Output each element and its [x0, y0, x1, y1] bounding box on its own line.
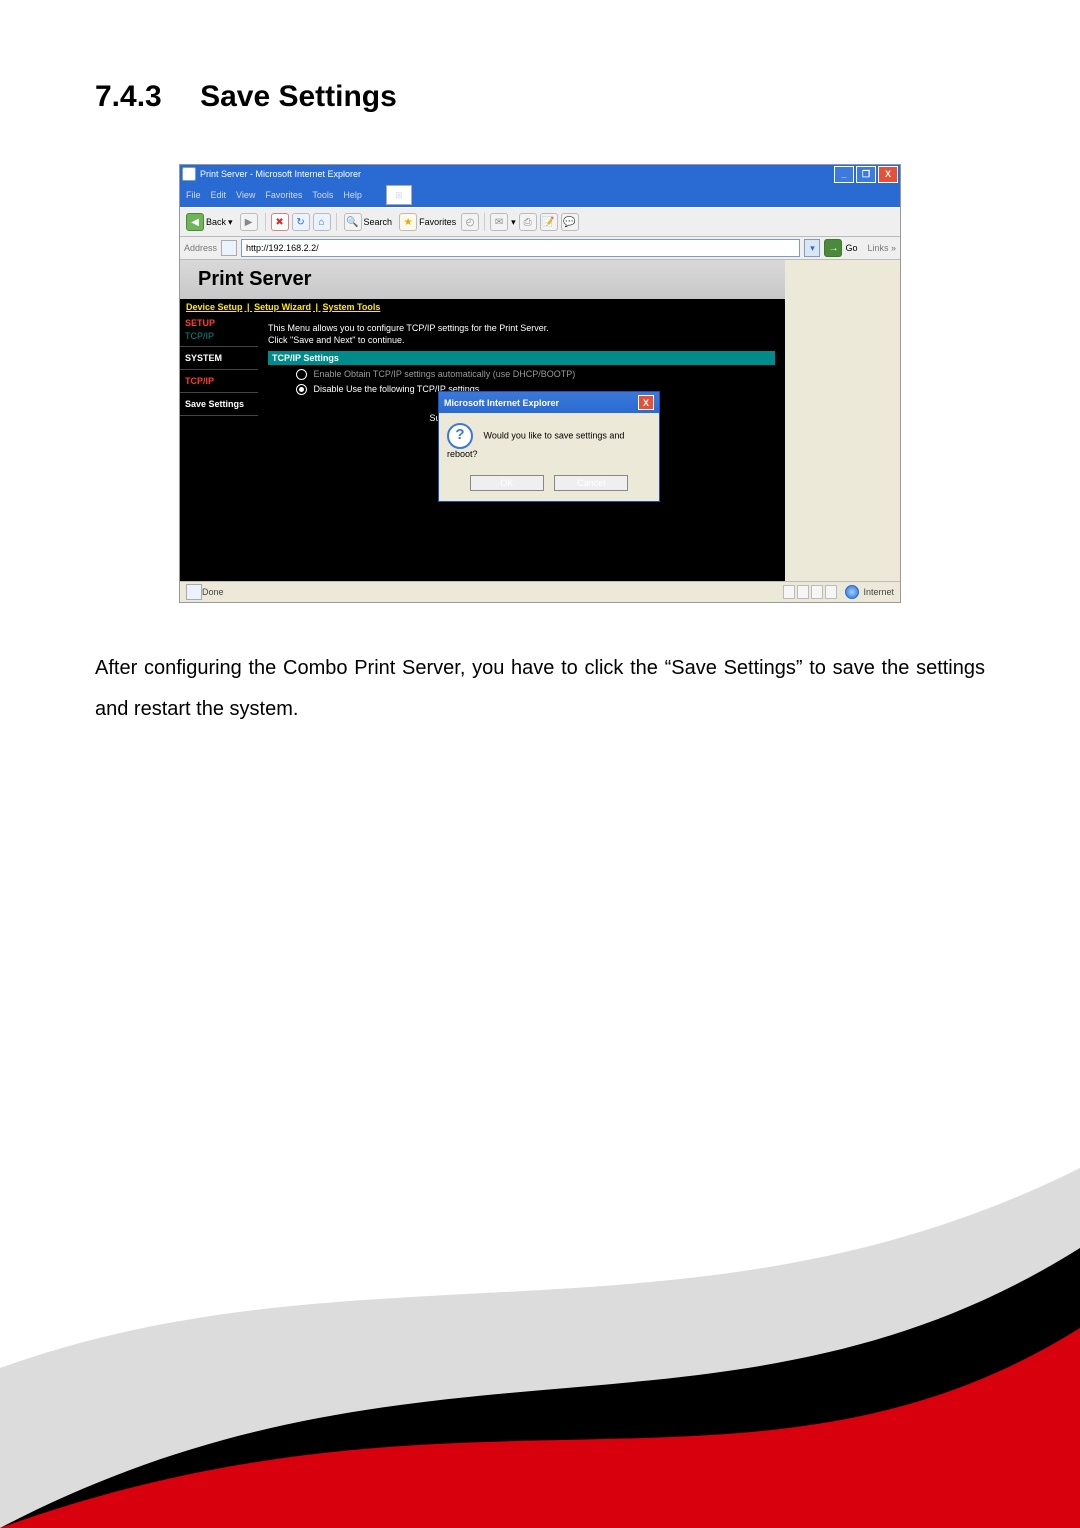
page-icon: [221, 240, 237, 256]
window-minimize-button[interactable]: _: [834, 166, 854, 183]
print-server-header: Print Server: [180, 260, 785, 299]
address-bar: Address http://192.168.2.2/ ▾ →Go Links …: [180, 237, 900, 260]
footer-decoration: [0, 1098, 1080, 1528]
menu-file[interactable]: File: [186, 190, 201, 200]
dialog-cancel-button[interactable]: Cancel: [554, 475, 628, 491]
refresh-icon[interactable]: ↻: [292, 213, 310, 231]
menu-edit[interactable]: Edit: [211, 190, 227, 200]
search-icon: 🔍: [344, 213, 362, 231]
links-label[interactable]: Links »: [867, 243, 896, 253]
sidebar-setup-sub: TCP/IP: [180, 331, 258, 347]
toolbar-back-button[interactable]: ◀ Back ▾: [184, 211, 235, 233]
nav-device-setup[interactable]: Device Setup: [186, 302, 243, 312]
nav-setup-wizard[interactable]: Setup Wizard: [254, 302, 311, 312]
sidebar-item-tcpip[interactable]: TCP/IP: [180, 370, 258, 393]
print-server-title: Print Server: [198, 268, 767, 291]
status-done: Done: [202, 587, 224, 597]
menu-tools[interactable]: Tools: [312, 190, 333, 200]
status-zone: Internet: [863, 587, 894, 597]
menu-favorites[interactable]: Favorites: [265, 190, 302, 200]
sidebar-item-save-settings[interactable]: Save Settings: [180, 393, 258, 416]
tcpip-settings-header: TCP/IP Settings: [268, 351, 775, 365]
radio-enable-icon: [296, 369, 307, 380]
option-enable-dhcp[interactable]: Enable Obtain TCP/IP settings automatica…: [296, 369, 775, 380]
go-icon: →: [824, 239, 842, 257]
dialog-message: Would you like to save settings and rebo…: [447, 430, 624, 459]
ie-icon: [182, 167, 196, 181]
screenshot-browser-window: Print Server - Microsoft Internet Explor…: [179, 164, 901, 603]
print-server-nav: Device Setup | Setup Wizard | System Too…: [180, 299, 785, 315]
confirm-dialog: Microsoft Internet Explorer X ? Would yo…: [438, 391, 660, 502]
favorites-star-icon: ★: [399, 213, 417, 231]
status-bar: Done Internet: [180, 581, 900, 602]
back-icon: ◀: [186, 213, 204, 231]
window-maximize-button[interactable]: ❐: [856, 166, 876, 183]
content-intro-1: This Menu allows you to configure TCP/IP…: [268, 323, 775, 333]
sidebar-item-system[interactable]: SYSTEM: [180, 347, 258, 370]
home-icon[interactable]: ⌂: [313, 213, 331, 231]
sidebar: SETUP TCP/IP SYSTEM TCP/IP Save Settings: [180, 315, 258, 581]
section-title: Save Settings: [200, 80, 397, 113]
nav-system-tools[interactable]: System Tools: [323, 302, 381, 312]
dialog-titlebar: Microsoft Internet Explorer X: [439, 392, 659, 413]
question-icon: ?: [447, 423, 473, 449]
section-heading: 7.4.3 Save Settings: [95, 80, 985, 114]
forward-icon: ▶: [240, 213, 258, 231]
address-label: Address: [184, 243, 217, 253]
content-pane: This Menu allows you to configure TCP/IP…: [258, 315, 785, 581]
toolbar-search-button[interactable]: 🔍Search: [342, 211, 395, 233]
discuss-icon[interactable]: 💬: [561, 213, 579, 231]
toolbar-favorites-button[interactable]: ★Favorites: [397, 211, 458, 233]
status-dividers: [783, 585, 837, 599]
dialog-title: Microsoft Internet Explorer: [444, 398, 559, 408]
toolbar: ◀ Back ▾ ▶ ✖ ↻ ⌂ 🔍Search ★Favorites ◴ ✉▾…: [180, 207, 900, 237]
address-dropdown-button[interactable]: ▾: [804, 239, 820, 257]
print-icon[interactable]: ⎙: [519, 213, 537, 231]
edit-icon[interactable]: 📝: [540, 213, 558, 231]
stop-icon[interactable]: ✖: [271, 213, 289, 231]
menu-view[interactable]: View: [236, 190, 255, 200]
viewport-right-margin: [785, 260, 900, 581]
dialog-ok-button[interactable]: OK: [470, 475, 544, 491]
mail-icon[interactable]: ✉: [490, 213, 508, 231]
browser-viewport: Print Server Device Setup | Setup Wizard…: [180, 260, 900, 581]
address-input[interactable]: http://192.168.2.2/: [241, 239, 800, 257]
section-number: 7.4.3: [95, 80, 162, 113]
toolbar-forward-button[interactable]: ▶: [238, 211, 260, 233]
menu-help[interactable]: Help: [343, 190, 362, 200]
status-page-icon: [186, 584, 202, 600]
sidebar-setup-header: SETUP: [180, 315, 258, 331]
history-icon[interactable]: ◴: [461, 213, 479, 231]
body-paragraph: After configuring the Combo Print Server…: [95, 648, 985, 730]
window-close-button[interactable]: X: [878, 166, 898, 183]
internet-zone-icon: [845, 585, 859, 599]
go-button[interactable]: →Go: [824, 239, 857, 257]
dialog-close-button[interactable]: X: [638, 395, 654, 410]
radio-disable-icon: [296, 384, 307, 395]
toolbar-back-label: Back: [206, 217, 226, 227]
window-titlebar: Print Server - Microsoft Internet Explor…: [180, 165, 900, 183]
content-intro-2: Click "Save and Next" to continue.: [268, 335, 775, 345]
window-title: Print Server - Microsoft Internet Explor…: [200, 169, 361, 179]
menu-bar: File Edit View Favorites Tools Help ⊞: [180, 183, 900, 207]
windows-logo-icon: ⊞: [386, 185, 412, 205]
